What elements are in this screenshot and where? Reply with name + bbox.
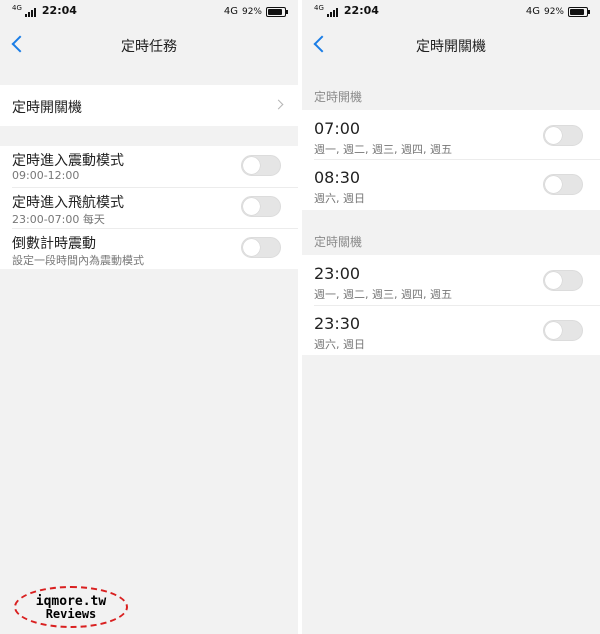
divider <box>12 187 298 188</box>
watermark-logo: iqmore.tw Reviews <box>14 586 128 628</box>
title-bar: 定時開關機 <box>302 26 600 64</box>
toggle-list: 定時進入震動模式 09:00-12:00 定時進入飛航模式 23:00-07:0… <box>0 146 298 269</box>
airplane-schedule-toggle[interactable] <box>241 196 281 217</box>
schedule-days: 週一, 週二, 週三, 週四, 週五 <box>314 288 452 301</box>
left-screen: 4G 22:04 4G 92% 定時任務 定時開關機 定時進入震動模式 09:0… <box>0 0 298 634</box>
power-off-list: 23:00 週一, 週二, 週三, 週四, 週五 23:30 週六, 週日 <box>302 255 600 355</box>
battery-percent: 92% <box>543 6 564 17</box>
status-time: 22:04 <box>41 4 77 17</box>
divider <box>314 305 600 306</box>
network-type: 4G <box>223 6 238 17</box>
schedule-time: 23:30 <box>314 314 361 333</box>
network-type-small: 4G <box>12 4 22 12</box>
chevron-right-icon <box>273 99 284 110</box>
right-screen: 4G 22:04 4G 92% 定時開關機 定時開機 07:00 週一, 週二,… <box>302 0 600 634</box>
page-title: 定時開關機 <box>416 39 486 55</box>
signal-icon <box>326 7 338 17</box>
title-bar: 定時任務 <box>0 26 298 64</box>
schedule-days: 週六, 週日 <box>314 192 365 205</box>
schedule-days: 週六, 週日 <box>314 338 365 351</box>
list-item-label: 定時進入震動模式 <box>12 153 124 169</box>
vibrate-schedule-toggle[interactable] <box>241 155 281 176</box>
list-item-label: 倒數計時震動 <box>12 236 96 252</box>
schedule-days: 週一, 週二, 週三, 週四, 週五 <box>314 143 452 156</box>
status-time: 22:04 <box>343 4 379 17</box>
menu-item-label: 定時開關機 <box>12 100 82 116</box>
status-bar: 4G 22:04 4G 92% <box>0 0 298 26</box>
schedule-toggle[interactable] <box>543 125 583 146</box>
battery-percent: 92% <box>241 6 262 17</box>
schedule-time: 23:00 <box>314 264 361 283</box>
schedule-time: 08:30 <box>314 168 361 187</box>
power-on-list: 07:00 週一, 週二, 週三, 週四, 週五 08:30 週六, 週日 <box>302 110 600 210</box>
page-title: 定時任務 <box>121 39 177 55</box>
schedule-time: 07:00 <box>314 119 361 138</box>
status-bar: 4G 22:04 4G 92% <box>302 0 600 26</box>
section-header-power-off: 定時關機 <box>314 235 363 249</box>
list-item-subtitle: 23:00-07:00 每天 <box>12 213 105 226</box>
countdown-vibrate-toggle[interactable] <box>241 237 281 258</box>
battery-icon <box>568 6 590 17</box>
list-item-subtitle: 09:00-12:00 <box>12 169 80 182</box>
network-type-small: 4G <box>314 4 324 12</box>
divider <box>12 228 298 229</box>
menu-item-scheduled-power[interactable]: 定時開關機 <box>0 85 298 126</box>
schedule-toggle[interactable] <box>543 270 583 291</box>
network-type: 4G <box>525 6 540 17</box>
schedule-toggle[interactable] <box>543 320 583 341</box>
divider <box>314 159 600 160</box>
list-item-label: 定時進入飛航模式 <box>12 195 124 211</box>
signal-icon <box>24 7 36 17</box>
list-item-subtitle: 設定一段時間內為震動模式 <box>12 254 144 267</box>
section-header-power-on: 定時開機 <box>314 90 363 104</box>
battery-icon <box>266 6 288 17</box>
schedule-toggle[interactable] <box>543 174 583 195</box>
